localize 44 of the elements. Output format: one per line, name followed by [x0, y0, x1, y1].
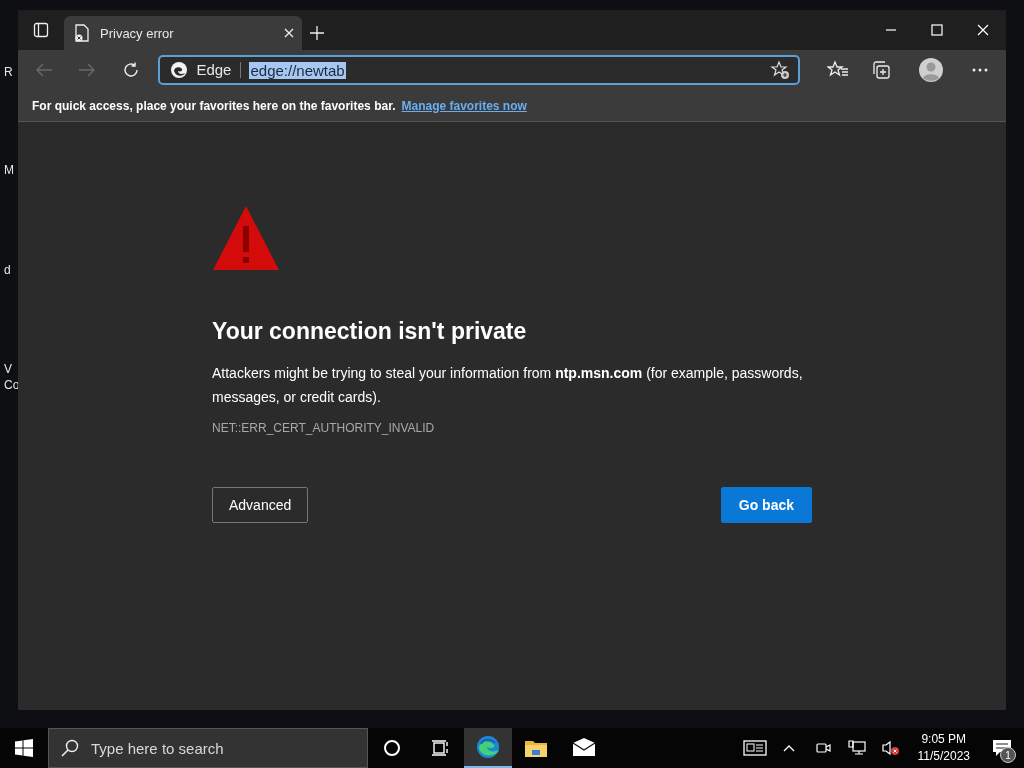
task-view-icon[interactable]: [431, 739, 449, 757]
site-label: Edge: [196, 62, 242, 78]
close-icon[interactable]: [284, 28, 294, 38]
maximize-icon[interactable]: [931, 24, 943, 36]
tab-title: Privacy error: [100, 25, 175, 41]
speaker-muted-icon[interactable]: [881, 740, 900, 756]
profile-avatar-icon[interactable]: [918, 58, 943, 82]
chevron-up-icon[interactable]: [782, 744, 795, 752]
cortana-circle-icon[interactable]: [383, 739, 401, 757]
document-error-icon: [74, 24, 90, 42]
clock-time: 9:05 PM: [921, 731, 967, 748]
error-heading: Your connection isn't private: [212, 318, 528, 345]
address-bar[interactable]: Edge edge://newtab: [158, 55, 801, 85]
clock-date: 11/5/2023: [917, 748, 970, 765]
desktop-icon-label: R: [4, 65, 13, 79]
more-menu-icon[interactable]: [972, 68, 989, 72]
camera-icon[interactable]: [814, 740, 831, 756]
tab-actions-icon[interactable]: [33, 22, 49, 38]
new-tab-icon[interactable]: [310, 26, 324, 40]
browser-tab[interactable]: Privacy error: [64, 16, 302, 50]
edge-logo-icon: [476, 735, 500, 759]
search-icon: [61, 739, 79, 757]
manage-favorites-link[interactable]: Manage favorites now: [401, 98, 527, 113]
warning-triangle-icon: [212, 204, 280, 272]
url-text: edge://newtab: [249, 61, 346, 79]
favorites-bar-message: For quick access, place your favorites here on the favorites bar.: [32, 98, 396, 113]
desktop-icon-label: M: [4, 163, 14, 177]
windows-start-icon[interactable]: [15, 739, 33, 757]
notification-count-badge: 1: [1000, 747, 1016, 763]
refresh-icon[interactable]: [121, 61, 140, 79]
go-back-button[interactable]: Go back: [720, 487, 812, 523]
add-favorite-icon[interactable]: [770, 60, 791, 80]
search-input[interactable]: Type here to search: [89, 738, 353, 758]
error-code: NET::ERR_CERT_AUTHORITY_INVALID: [212, 421, 436, 435]
advanced-button[interactable]: Advanced: [212, 487, 309, 523]
desktop-icon-label: V: [4, 362, 12, 376]
network-icon[interactable]: [847, 740, 866, 756]
news-icon[interactable]: [742, 740, 767, 756]
collections-icon[interactable]: [871, 60, 892, 80]
taskbar-search-field[interactable]: Type here to search: [48, 728, 368, 768]
taskbar-app[interactable]: [464, 728, 512, 768]
desktop-icon-label: d: [4, 263, 11, 277]
error-description: Attackers might be trying to steal your information from ntp.msn.com (for example, passwords, messages, or credit cards).: [212, 364, 804, 407]
edge-logo-icon: [170, 61, 189, 79]
